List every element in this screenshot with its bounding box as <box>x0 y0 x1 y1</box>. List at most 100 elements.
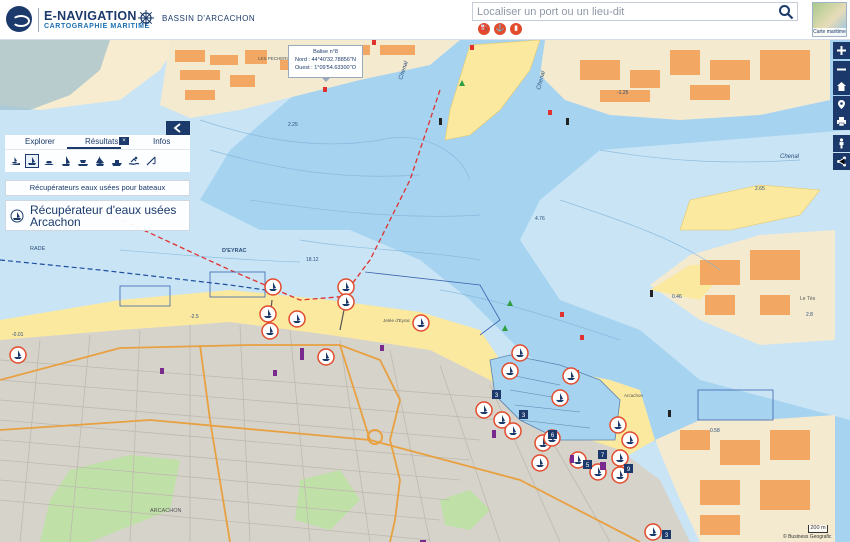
brand-subtitle: CARTOGRAPHIE MARITIME <box>44 23 150 30</box>
side-panel: Explorer Résultats × Infos Récupérateurs… <box>5 135 190 231</box>
clear-results-icon[interactable]: × <box>119 137 129 145</box>
tab-infos[interactable]: Infos <box>153 137 170 146</box>
depth-9: 0.58 <box>710 428 720 434</box>
basemap-label: Carte maritime <box>813 28 846 36</box>
category-filter-row <box>5 149 190 172</box>
poi-marker[interactable] <box>611 449 629 467</box>
poi-marker[interactable] <box>259 305 277 323</box>
poi-marker[interactable] <box>621 431 639 449</box>
mooring-icon[interactable] <box>77 155 89 167</box>
depth-6: 2.8 <box>806 312 813 318</box>
cluster-marker[interactable]: 7 <box>598 450 607 459</box>
nautical-map[interactable]: Chenal Chenal Chenal RADE D'EYRAC ARCACH… <box>0 0 850 542</box>
shipyard-icon[interactable] <box>60 155 72 167</box>
cluster-marker[interactable]: 3 <box>662 530 671 539</box>
label-rade: RADE <box>30 246 46 252</box>
popup-west: Ouest : 1°09'54.63300''O <box>294 65 356 71</box>
poi-marker[interactable] <box>261 322 279 340</box>
search-box <box>472 2 798 21</box>
poi-marker[interactable] <box>288 310 306 328</box>
poi-marker[interactable] <box>337 278 355 296</box>
basemap-switcher[interactable]: Carte maritime <box>812 2 847 37</box>
swimming-icon[interactable] <box>128 155 140 167</box>
search-input[interactable] <box>477 4 767 20</box>
ship-wheel-icon <box>138 10 154 26</box>
motorboat-icon[interactable] <box>111 155 123 167</box>
label-chenal-3: Chenal <box>780 154 800 160</box>
minus-icon <box>837 68 846 71</box>
label-le-tes: Le Tès <box>800 296 816 302</box>
locate-button[interactable] <box>833 96 850 113</box>
zoom-in-button[interactable] <box>833 42 850 59</box>
poi-marker[interactable] <box>264 278 282 296</box>
tab-explorer[interactable]: Explorer <box>25 137 55 146</box>
wastewater-icon <box>10 209 24 223</box>
printer-icon <box>837 117 846 127</box>
depth-7: -1.25 <box>617 90 629 96</box>
share-icon <box>837 156 846 167</box>
fishing-icon[interactable] <box>145 155 157 167</box>
app: Chenal Chenal Chenal RADE D'EYRAC ARCACH… <box>0 0 850 542</box>
selected-category[interactable]: Récupérateurs eaux usées pour bateaux <box>5 180 190 196</box>
location-pin-icon <box>838 100 845 109</box>
cluster-marker[interactable]: 3 <box>492 390 501 399</box>
poi-marker[interactable] <box>562 367 580 385</box>
cluster-marker[interactable]: 5 <box>583 460 592 469</box>
street-view-button[interactable] <box>833 135 850 152</box>
cluster-marker[interactable]: 6 <box>548 430 557 439</box>
search-icon[interactable] <box>778 4 794 20</box>
label-arcachon: ARCACHON <box>150 508 182 514</box>
poi-marker[interactable] <box>317 348 335 366</box>
depth-8: -2.5 <box>190 314 199 320</box>
quick-filter-anchor-icon[interactable]: ⚓ <box>494 23 506 35</box>
poi-marker[interactable] <box>511 344 529 362</box>
scale-bar: 200 m <box>808 525 828 533</box>
poi-marker[interactable] <box>551 389 569 407</box>
attribution[interactable]: © Business Geografic <box>783 534 831 540</box>
label-deyrac: D'EYRAC <box>222 248 247 254</box>
e-navigation-logo-icon[interactable] <box>6 6 32 32</box>
poi-marker[interactable] <box>337 293 355 311</box>
boat-ramp-icon[interactable] <box>9 155 21 167</box>
home-icon <box>837 82 846 91</box>
poi-marker[interactable] <box>412 314 430 332</box>
brand-divider <box>38 8 39 32</box>
harbor-icon[interactable] <box>43 155 55 167</box>
poi-marker[interactable] <box>609 416 627 434</box>
depth-2: 4.76 <box>535 216 545 222</box>
quick-filter-fuel-icon[interactable]: ⛽ <box>478 23 490 35</box>
zoom-out-button[interactable] <box>833 61 850 78</box>
depth-5: 0.46 <box>672 294 682 300</box>
collapse-panel-button[interactable] <box>166 121 190 135</box>
top-bar: E-NAVIGATION CARTOGRAPHIE MARITIME BASSI… <box>0 0 850 40</box>
poi-marker[interactable] <box>504 422 522 440</box>
depth-10: -0.01 <box>12 332 24 338</box>
result-title: Récupérateur d'eaux usées Arcachon <box>30 203 177 229</box>
cluster-marker[interactable]: 9 <box>624 464 633 473</box>
print-button[interactable] <box>833 113 850 130</box>
popup-title: Balise n°8 <box>313 49 338 55</box>
share-button[interactable] <box>833 153 850 170</box>
brand-title: E-NAVIGATION <box>44 9 137 23</box>
home-button[interactable] <box>833 78 850 95</box>
popup-north: Nord : 44°40'32.78856''N <box>294 57 356 63</box>
cluster-marker[interactable]: 3 <box>519 410 528 419</box>
sailing-icon[interactable] <box>94 155 106 167</box>
wastewater-icon[interactable] <box>25 154 39 168</box>
person-icon <box>839 138 844 149</box>
depth-4: 18.12 <box>306 257 319 263</box>
beacon-popup[interactable]: Balise n°8 Nord : 44°40'32.78856''N Oues… <box>288 45 363 82</box>
poi-marker[interactable] <box>475 401 493 419</box>
poi-marker[interactable] <box>501 362 519 380</box>
poi-marker[interactable] <box>9 346 27 364</box>
depth-3: 2.65 <box>755 186 765 192</box>
quick-filter-trash-icon[interactable]: ▮ <box>510 23 522 35</box>
poi-marker[interactable] <box>644 523 662 541</box>
chevron-left-icon <box>173 123 181 133</box>
label-port: Arcachon <box>624 393 644 398</box>
panel-tabs: Explorer Résultats × Infos <box>5 135 190 149</box>
poi-marker[interactable] <box>531 454 549 472</box>
tab-resultats[interactable]: Résultats <box>85 137 118 146</box>
label-jetee: Jetée d'Eyrac <box>383 318 411 323</box>
result-item[interactable]: Récupérateur d'eaux usées Arcachon <box>5 200 190 231</box>
